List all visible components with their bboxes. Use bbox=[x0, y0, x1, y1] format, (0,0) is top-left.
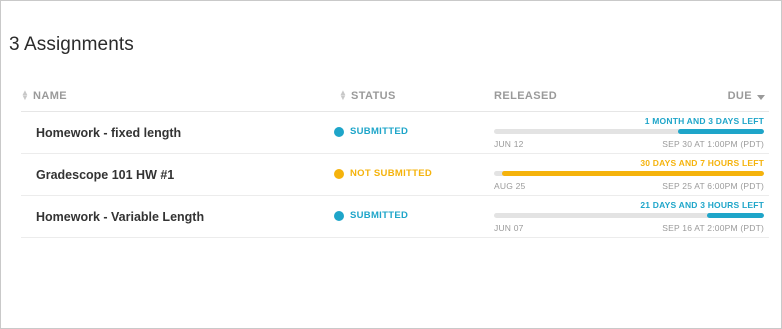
time-left-label: 21 DAYS AND 3 HOURS LEFT bbox=[640, 200, 764, 210]
due-header-label: DUE bbox=[727, 90, 752, 102]
timeline-cell: 30 DAYS AND 7 HOURS LEFT AUG 25 SEP 25 A… bbox=[494, 154, 764, 195]
progress-track bbox=[494, 213, 764, 218]
due-column-header[interactable]: DUE bbox=[728, 90, 765, 102]
status-cell: SUBMITTED bbox=[334, 126, 408, 137]
sort-icon: ▲ ▼ bbox=[339, 88, 348, 102]
assignments-table-body: Homework - fixed length SUBMITTED 1 MONT… bbox=[21, 112, 769, 238]
table-row[interactable]: Homework - Variable Length SUBMITTED 21 … bbox=[21, 196, 769, 238]
status-dot-icon bbox=[334, 210, 344, 221]
released-date: JUN 12 bbox=[494, 139, 524, 149]
table-row[interactable]: Gradescope 101 HW #1 NOT SUBMITTED 30 DA… bbox=[21, 154, 769, 196]
assignments-panel: 3 Assignments ▲ ▼ NAME ▲ ▼ STATUS RELEASED… bbox=[0, 0, 782, 329]
due-date: SEP 16 AT 2:00PM (PDT) bbox=[662, 223, 764, 233]
status-dot-icon bbox=[334, 126, 344, 137]
released-column-header[interactable]: RELEASED bbox=[494, 90, 557, 102]
assignment-name-link[interactable]: Gradescope 101 HW #1 bbox=[36, 168, 174, 182]
time-left-label: 30 DAYS AND 7 HOURS LEFT bbox=[640, 158, 764, 168]
status-header-label: STATUS bbox=[351, 90, 396, 102]
status-cell: NOT SUBMITTED bbox=[334, 168, 432, 179]
name-column-header[interactable]: ▲ ▼ NAME bbox=[21, 88, 67, 103]
sort-icon: ▲ ▼ bbox=[21, 88, 30, 102]
progress-fill bbox=[677, 129, 764, 134]
assignment-name-link[interactable]: Homework - fixed length bbox=[36, 126, 181, 140]
status-column-header[interactable]: ▲ ▼ STATUS bbox=[339, 88, 396, 103]
status-cell: SUBMITTED bbox=[334, 210, 408, 221]
progress-track bbox=[494, 129, 764, 134]
status-label: SUBMITTED bbox=[350, 126, 409, 137]
table-header: ▲ ▼ NAME ▲ ▼ STATUS RELEASED DUE bbox=[21, 85, 769, 112]
progress-fill bbox=[502, 171, 764, 176]
status-label: NOT SUBMITTED bbox=[350, 168, 433, 179]
table-row[interactable]: Homework - fixed length SUBMITTED 1 MONT… bbox=[21, 112, 769, 154]
released-header-label: RELEASED bbox=[494, 90, 558, 102]
released-date: AUG 25 bbox=[494, 181, 526, 191]
due-date: SEP 30 AT 1:00PM (PDT) bbox=[662, 139, 764, 149]
assignment-name-link[interactable]: Homework - Variable Length bbox=[36, 210, 204, 224]
released-date: JUN 07 bbox=[494, 223, 524, 233]
due-date: SEP 25 AT 6:00PM (PDT) bbox=[662, 181, 764, 191]
time-left-label: 1 MONTH AND 3 DAYS LEFT bbox=[644, 116, 764, 126]
timeline-cell: 21 DAYS AND 3 HOURS LEFT JUN 07 SEP 16 A… bbox=[494, 196, 764, 237]
name-header-label: NAME bbox=[33, 90, 67, 102]
status-label: SUBMITTED bbox=[350, 210, 409, 221]
progress-track bbox=[494, 171, 764, 176]
page-title: 3 Assignments bbox=[9, 34, 134, 55]
timeline-cell: 1 MONTH AND 3 DAYS LEFT JUN 12 SEP 30 AT… bbox=[494, 112, 764, 153]
status-dot-icon bbox=[334, 168, 344, 179]
sort-down-icon bbox=[757, 94, 765, 100]
progress-fill bbox=[707, 213, 764, 218]
